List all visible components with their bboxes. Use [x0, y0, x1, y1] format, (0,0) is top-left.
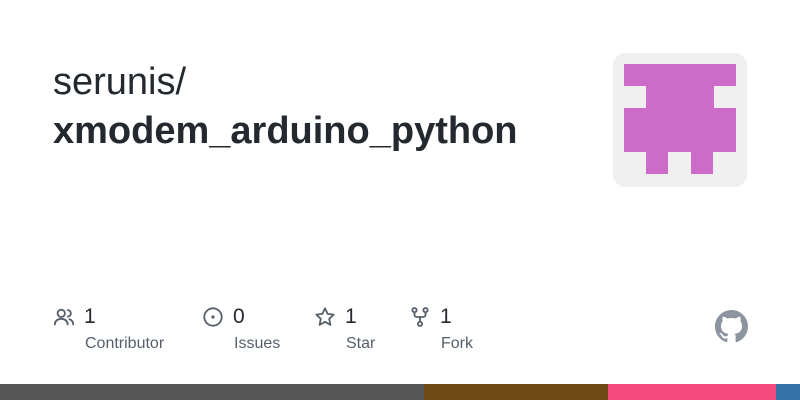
- fork-label: Fork: [441, 335, 473, 352]
- issues-count: 0: [233, 305, 245, 328]
- repo-owner[interactable]: serunis/: [53, 58, 518, 106]
- language-bar-segment: [608, 384, 776, 400]
- star-label: Star: [346, 335, 376, 352]
- language-bar-segment: [424, 384, 608, 400]
- stat-forks[interactable]: 1 Fork: [408, 300, 473, 352]
- stat-stars[interactable]: 1 Star: [313, 300, 375, 352]
- star-icon: [313, 305, 337, 329]
- language-bar: [0, 384, 800, 400]
- stat-issues[interactable]: 0 Issues: [201, 300, 280, 352]
- star-count: 1: [345, 305, 357, 328]
- stat-contributors[interactable]: 1 Contributor: [52, 300, 164, 352]
- owner-avatar[interactable]: [613, 53, 747, 187]
- repo-forked-icon: [408, 305, 432, 329]
- repo-stats: 1 Contributor 0 Issues 1 Star 1 Fork: [0, 300, 800, 370]
- repo-title: serunis/ xmodem_arduino_python: [53, 58, 518, 156]
- fork-count: 1: [440, 305, 452, 328]
- language-bar-segment: [0, 384, 424, 400]
- contributor-count: 1: [84, 305, 96, 328]
- github-logo-icon[interactable]: [715, 310, 748, 343]
- issue-opened-icon: [201, 305, 225, 329]
- repo-name[interactable]: xmodem_arduino_python: [53, 106, 518, 156]
- people-icon: [52, 305, 76, 329]
- identicon-image: [624, 64, 736, 174]
- language-bar-segment: [776, 384, 800, 400]
- issues-label: Issues: [234, 335, 281, 352]
- contributor-label: Contributor: [85, 335, 165, 352]
